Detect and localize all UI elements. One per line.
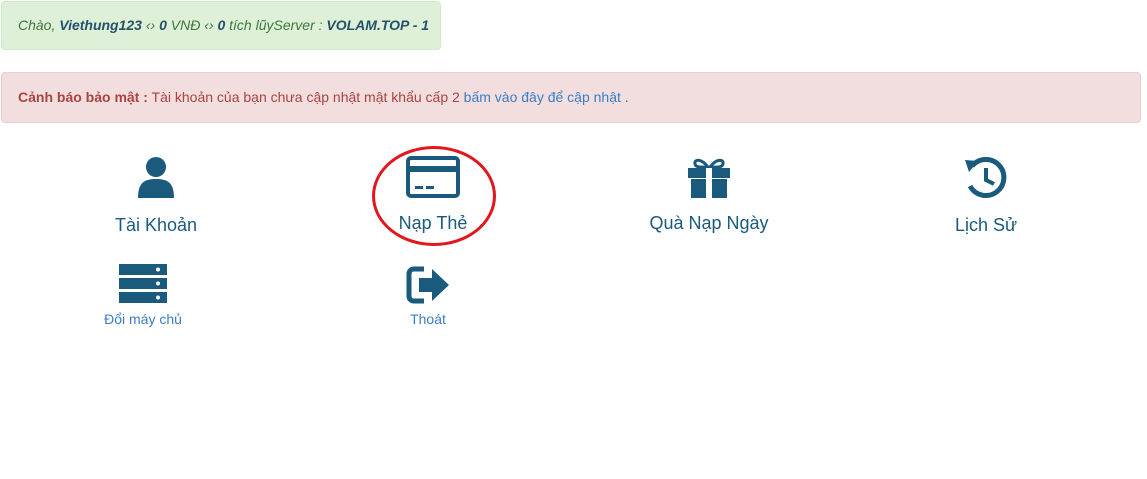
greeting-bar: Chào, Viethung123 ‹› 0 VNĐ ‹› 0 tích lũy… [1, 1, 441, 50]
alert-title: Cảnh báo bảo mật : [18, 89, 148, 105]
menu-account[interactable]: Tài Khoản [56, 156, 256, 236]
balance-unit: VNĐ [166, 17, 201, 33]
separator: ‹› [141, 17, 160, 33]
username: Viethung123 [59, 17, 142, 33]
menu-topup[interactable]: Nạp Thẻ [333, 156, 533, 234]
security-alert: Cảnh báo bảo mật : Tài khoản của bạn chư… [1, 72, 1141, 123]
menu-daily-gift-label: Quà Nạp Ngày [649, 213, 769, 233]
update-password-link[interactable]: bấm vào đây để cập nhật [464, 89, 621, 105]
credit-card-icon [406, 156, 460, 203]
menu-change-server-label: Đổi máy chủ [104, 311, 182, 327]
alert-message: Tài khoản của bạn chưa cập nhật mật khẩu… [147, 89, 464, 105]
menu-account-label: Tài Khoản [114, 215, 198, 235]
sign-out-icon [406, 266, 450, 307]
separator: ‹› [200, 17, 218, 33]
points-label: tích lũy [225, 17, 274, 33]
menu-logout[interactable]: Thoát [348, 266, 508, 327]
greeting-prefix: Chào, [18, 17, 60, 33]
server-label: Server : [273, 17, 327, 33]
balance-value: 0 [159, 17, 167, 33]
menu-change-server[interactable]: Đổi máy chủ [63, 264, 223, 327]
menu-logout-label: Thoát [410, 311, 446, 327]
menu-topup-label: Nạp Thẻ [398, 213, 468, 233]
gift-icon [687, 156, 731, 203]
user-icon [138, 156, 174, 205]
server-name: VOLAM.TOP - 1 [326, 17, 430, 33]
server-icon [119, 264, 167, 307]
menu-history[interactable]: Lịch Sử [886, 156, 1086, 236]
alert-suffix: . [620, 89, 629, 105]
menu-history-label: Lịch Sử [954, 215, 1018, 235]
history-icon [964, 156, 1008, 205]
menu-daily-gift[interactable]: Quà Nạp Ngày [609, 156, 809, 234]
